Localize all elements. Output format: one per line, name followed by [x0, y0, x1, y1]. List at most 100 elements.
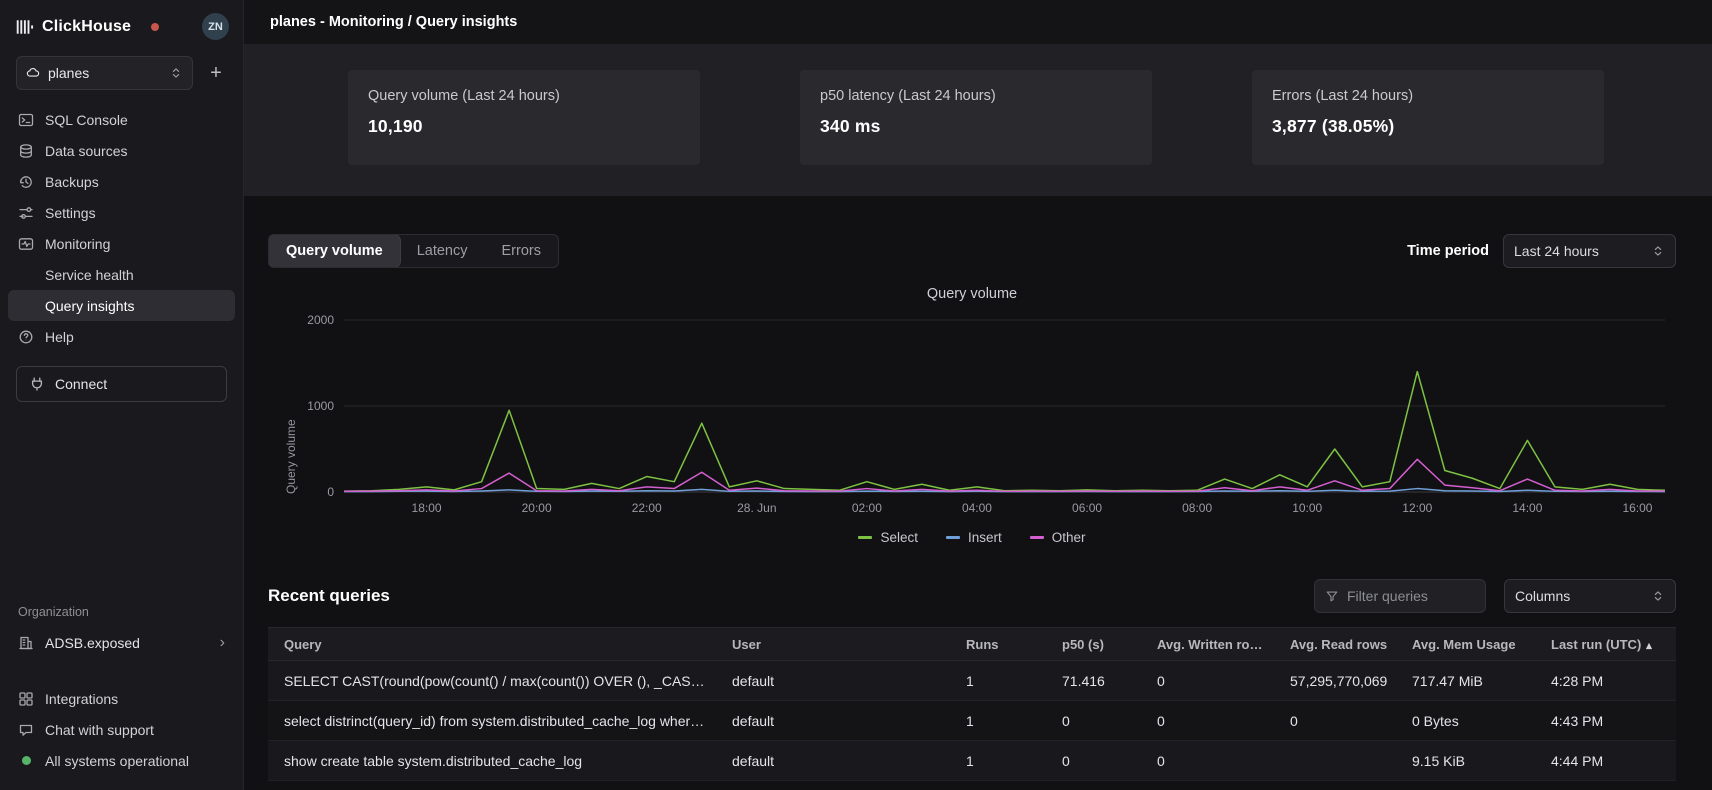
footer-item-system-status[interactable]: All systems operational	[18, 747, 225, 774]
footer-item-label: Chat with support	[45, 722, 154, 738]
chart-title: Query volume	[268, 286, 1676, 302]
sidebar-item-label: Backups	[45, 174, 99, 190]
help-icon	[17, 328, 34, 345]
column-header-label: Last run (UTC)	[1551, 637, 1641, 652]
stat-value: 3,877 (38.05%)	[1272, 116, 1584, 137]
column-header-user[interactable]: User	[720, 637, 954, 652]
cell-runs: 1	[954, 673, 1050, 689]
cell-avg-read-rows: 57,295,770,069	[1278, 673, 1400, 689]
cell-p50: 0	[1050, 753, 1145, 769]
column-header-avg-written-rows[interactable]: Avg. Written rows	[1145, 637, 1278, 652]
recent-queries-controls: Columns	[1314, 579, 1676, 613]
service-name: planes	[48, 65, 89, 81]
legend-item-select[interactable]: Select	[858, 530, 918, 545]
cell-avg-mem-usage: 0 Bytes	[1400, 713, 1539, 729]
sidebar-item-label: SQL Console	[45, 112, 128, 128]
tab-latency[interactable]: Latency	[400, 235, 485, 267]
column-header-avg-read-rows[interactable]: Avg. Read rows	[1278, 637, 1400, 652]
chart-y-axis-label: Query volume	[284, 316, 298, 494]
content: Query volume Latency Errors Time period …	[244, 196, 1712, 790]
stat-label: Errors (Last 24 hours)	[1272, 88, 1584, 104]
cell-query: show create table system.distributed_cac…	[268, 753, 720, 769]
service-selector[interactable]: planes	[16, 56, 193, 90]
tab-query-volume[interactable]: Query volume	[269, 235, 400, 267]
time-period-select[interactable]: Last 24 hours	[1503, 234, 1676, 268]
footer-item-chat-support[interactable]: Chat with support	[18, 716, 225, 743]
sidebar-item-help[interactable]: Help	[8, 321, 235, 352]
sidebar: ClickHouse ZN planes + SQL Console	[0, 0, 244, 790]
stat-cards: Query volume (Last 24 hours) 10,190 p50 …	[244, 44, 1712, 196]
stat-value: 10,190	[368, 116, 680, 137]
svg-text:28. Jun: 28. Jun	[737, 501, 776, 515]
filter-icon	[1325, 589, 1339, 603]
sidebar-item-label: Monitoring	[45, 236, 110, 252]
chart-toolbar: Query volume Latency Errors Time period …	[268, 234, 1676, 268]
column-header-query[interactable]: Query	[268, 637, 720, 652]
filter-queries-input[interactable]	[1347, 588, 1475, 604]
clickhouse-logo-icon	[16, 18, 34, 36]
history-icon	[17, 173, 34, 190]
sidebar-item-label: Help	[45, 329, 74, 345]
chevron-updown-icon	[169, 66, 183, 80]
tab-errors[interactable]: Errors	[485, 235, 558, 267]
time-period-control: Time period Last 24 hours	[1407, 234, 1676, 268]
sidebar-item-backups[interactable]: Backups	[8, 166, 235, 197]
svg-text:06:00: 06:00	[1072, 501, 1102, 515]
time-period-value: Last 24 hours	[1514, 243, 1599, 259]
avatar[interactable]: ZN	[202, 13, 229, 40]
monitoring-icon	[17, 235, 34, 252]
columns-select[interactable]: Columns	[1504, 579, 1676, 613]
cell-p50: 71.416	[1050, 673, 1145, 689]
sidebar-item-service-health[interactable]: Service health	[8, 259, 235, 290]
cell-query: SELECT CAST(round(pow(count() / max(coun…	[268, 673, 720, 689]
cell-query: select distrinct(query_id) from system.d…	[268, 713, 720, 729]
svg-text:20:00: 20:00	[522, 501, 552, 515]
svg-text:04:00: 04:00	[962, 501, 992, 515]
stat-value: 340 ms	[820, 116, 1132, 137]
cell-avg-written-rows: 0	[1145, 713, 1278, 729]
sidebar-item-monitoring[interactable]: Monitoring	[8, 228, 235, 259]
table-row[interactable]: SELECT CAST(round(pow(count() / max(coun…	[268, 661, 1676, 701]
sidebar-header: ClickHouse ZN	[0, 0, 243, 48]
column-header-last-run[interactable]: Last run (UTC)▴	[1539, 637, 1676, 652]
sidebar-item-label: Service health	[45, 267, 134, 283]
cell-last-run: 4:43 PM	[1539, 713, 1676, 729]
legend-swatch-other	[1030, 536, 1044, 539]
cell-last-run: 4:28 PM	[1539, 673, 1676, 689]
legend-item-insert[interactable]: Insert	[946, 530, 1002, 545]
sliders-icon	[17, 204, 34, 221]
sidebar-item-data-sources[interactable]: Data sources	[8, 135, 235, 166]
recent-queries-section: Recent queries Columns	[268, 579, 1676, 781]
column-header-p50[interactable]: p50 (s)	[1050, 637, 1145, 652]
alert-dot-icon	[151, 23, 159, 31]
table-row[interactable]: select distrinct(query_id) from system.d…	[268, 701, 1676, 741]
sidebar-item-label: Data sources	[45, 143, 127, 159]
legend-item-other[interactable]: Other	[1030, 530, 1086, 545]
column-header-avg-mem-usage[interactable]: Avg. Mem Usage	[1400, 637, 1539, 652]
column-header-runs[interactable]: Runs	[954, 637, 1050, 652]
chart-tabs: Query volume Latency Errors	[268, 234, 559, 268]
sidebar-item-query-insights[interactable]: Query insights	[8, 290, 235, 321]
organization-label: Organization	[0, 595, 243, 627]
cell-avg-written-rows: 0	[1145, 753, 1278, 769]
add-service-button[interactable]: +	[203, 60, 229, 86]
stat-card-p50-latency: p50 latency (Last 24 hours) 340 ms	[800, 70, 1152, 165]
svg-text:10:00: 10:00	[1292, 501, 1322, 515]
sidebar-nav: SQL Console Data sources Backups Setting…	[0, 104, 243, 352]
organization-switcher[interactable]: ADSB.exposed ›	[0, 627, 243, 659]
sidebar-item-settings[interactable]: Settings	[8, 197, 235, 228]
legend-swatch-select	[858, 536, 872, 539]
chat-bubble-icon	[18, 722, 34, 738]
filter-queries-box	[1314, 579, 1486, 613]
cell-runs: 1	[954, 713, 1050, 729]
connect-button[interactable]: Connect	[16, 366, 227, 402]
columns-label: Columns	[1515, 588, 1570, 604]
footer-item-integrations[interactable]: Integrations	[18, 685, 225, 712]
svg-text:08:00: 08:00	[1182, 501, 1212, 515]
table-row[interactable]: show create table system.distributed_cac…	[268, 741, 1676, 781]
cell-runs: 1	[954, 753, 1050, 769]
cell-user: default	[720, 713, 954, 729]
building-icon	[18, 635, 34, 651]
sidebar-item-sql-console[interactable]: SQL Console	[8, 104, 235, 135]
stat-label: p50 latency (Last 24 hours)	[820, 88, 1132, 104]
